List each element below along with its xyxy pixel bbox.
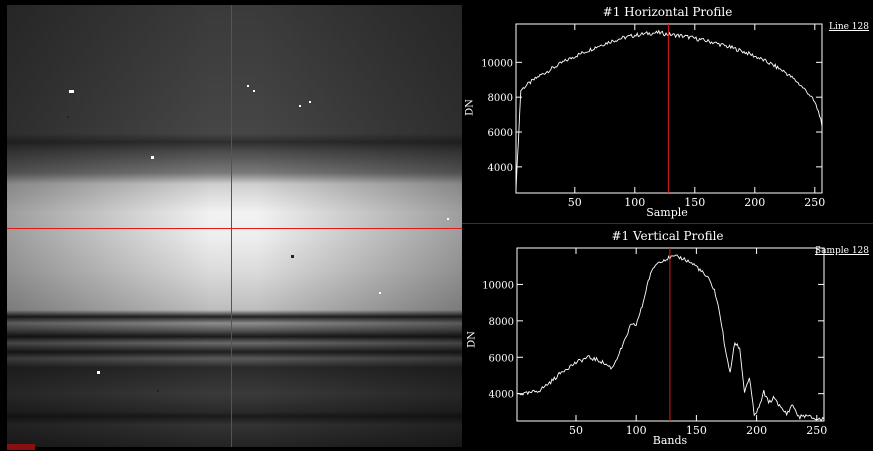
vertical-profile-xlabel: Bands: [652, 434, 688, 447]
h-ytick-label: 8000: [488, 93, 513, 104]
h-profile-line: [515, 29, 823, 190]
v-ytick-label: 6000: [489, 353, 514, 364]
corner-tag: [7, 444, 35, 450]
crosshair-vertical[interactable]: [231, 5, 232, 447]
h-xtick-label: 250: [804, 196, 825, 209]
h-ytick-label: 6000: [488, 128, 513, 139]
horizontal-profile-ylabel: DN: [464, 99, 476, 116]
h-plot-frame: [515, 23, 823, 194]
horizontal-profile-plot[interactable]: 50 100 150 200 25040006000800010000: [462, 0, 873, 222]
vertical-profile-window[interactable]: 50 100 150 200 250 4000 6000 8000 10000 #1 Verti…: [462, 224, 873, 451]
horizontal-profile-readout: Line 128: [828, 22, 869, 32]
v-ytick-label: 4000: [489, 390, 514, 401]
vertical-profile-title: #1 Vertical Profile: [611, 229, 724, 243]
v-xtick-label: 50: [569, 424, 583, 437]
v-xtick-label: 250: [806, 424, 827, 437]
h-xtick-label: 200: [744, 196, 765, 209]
h-ytick-label: 10000: [481, 58, 513, 69]
vertical-profile-readout: Sample 128: [814, 246, 869, 256]
v-plot-frame: [516, 247, 825, 422]
vertical-profile-plot[interactable]: 50 100 150 200 25040006000800010000: [462, 224, 873, 451]
v-ytick-label: 10000: [482, 280, 514, 291]
v-profile-line: [516, 254, 825, 421]
h-ytick-label: 4000: [488, 163, 513, 174]
v-xtick-label: 200: [746, 424, 767, 437]
v-ytick-label: 8000: [489, 317, 514, 328]
image-view[interactable]: [7, 5, 462, 447]
vertical-profile-ylabel: DN: [466, 331, 478, 348]
h-xtick-label: 50: [568, 196, 582, 209]
horizontal-profile-xlabel: Sample: [646, 206, 688, 219]
horizontal-profile-title: #1 Horizontal Profile: [602, 5, 733, 19]
horizontal-profile-window[interactable]: 50 100 150 200 250 4000 6000 8000 10000 #1 Horiz…: [462, 0, 873, 222]
image-canvas[interactable]: [7, 5, 462, 447]
crosshair-horizontal[interactable]: [7, 228, 462, 229]
